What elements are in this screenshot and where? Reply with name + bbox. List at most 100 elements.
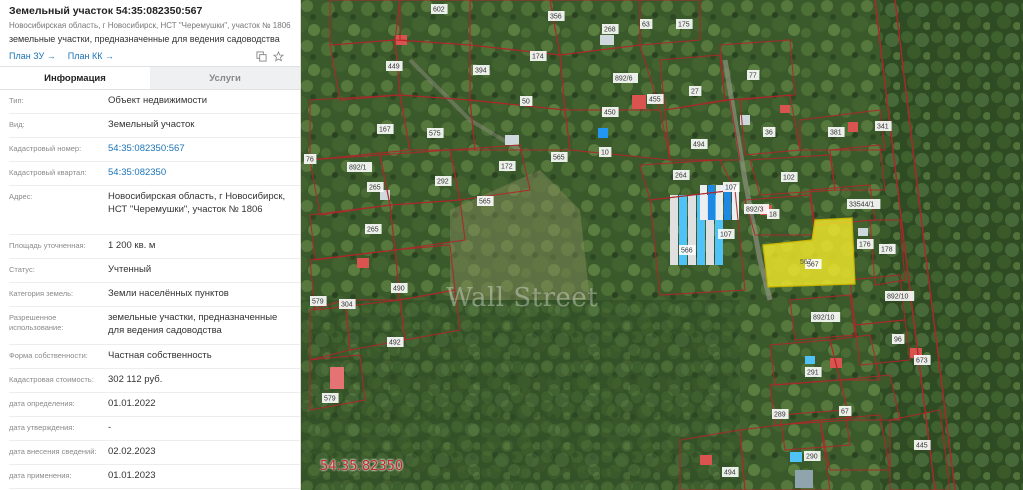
- info-value: Учтенный: [108, 264, 152, 275]
- info-rows: Тип: Объект недвижимости Вид: Земельный уча…: [0, 90, 300, 489]
- parcel-number[interactable]: 265: [365, 224, 382, 234]
- parcel-number[interactable]: 10: [599, 147, 612, 157]
- info-value: 01.01.2023: [108, 470, 156, 481]
- parcel-number-text: 76: [306, 157, 314, 164]
- parcel-number[interactable]: 490: [391, 283, 408, 293]
- plan-kk-link[interactable]: План КК →: [68, 51, 114, 61]
- parcel-number[interactable]: 107: [718, 229, 735, 239]
- parcel-number[interactable]: 77: [747, 70, 760, 80]
- info-label: Форма собственности:: [9, 351, 88, 360]
- parcel-number[interactable]: 455: [647, 94, 664, 104]
- info-value[interactable]: 54:35:082350:567: [108, 143, 294, 156]
- info-row-cadastral-number: Кадастровый номер: 54:35:082350:567: [0, 138, 300, 162]
- parcel-number[interactable]: 892/10: [811, 312, 841, 322]
- parcel-number[interactable]: 341: [875, 121, 892, 131]
- info-row-entry-date: дата внесения сведений: 02.02.2023: [0, 441, 300, 465]
- info-label: Вид:: [9, 120, 25, 129]
- parcel-number-text: 50: [522, 99, 530, 106]
- info-row-cadastral-value: Кадастровая стоимость: 302 112 руб.: [0, 369, 300, 393]
- parcel-number[interactable]: 579: [310, 296, 327, 306]
- parcel-number[interactable]: 492: [387, 337, 404, 347]
- parcel-number-text: 892/3: [746, 207, 764, 214]
- plan-zu-link[interactable]: План ЗУ →: [9, 51, 56, 61]
- parcel-number-text: 27: [691, 89, 699, 96]
- parcel-number[interactable]: 167: [377, 124, 394, 134]
- parcel-number[interactable]: 445: [914, 440, 931, 450]
- parcel-number[interactable]: 174: [530, 51, 547, 61]
- panel-purpose: земельные участки, предназначенные для в…: [9, 34, 280, 44]
- parcel-number[interactable]: 494: [691, 139, 708, 149]
- parcel-number[interactable]: 268: [602, 24, 619, 34]
- info-label: дата внесения сведений:: [9, 447, 97, 456]
- info-label: дата определения:: [9, 399, 75, 408]
- parcel-number[interactable]: 291: [805, 367, 822, 377]
- parcel-number[interactable]: 27: [689, 86, 702, 96]
- building: [780, 105, 790, 113]
- parcel-number-text: 175: [678, 22, 690, 29]
- parcel-number[interactable]: 265: [367, 182, 384, 192]
- parcel-number[interactable]: 575: [427, 128, 444, 138]
- parcel-number[interactable]: 107: [723, 182, 740, 192]
- parcel-number[interactable]: 673: [914, 355, 931, 365]
- tab-info[interactable]: Информация: [0, 67, 150, 89]
- info-row-kind: Вид: Земельный участок: [0, 114, 300, 138]
- parcel-number[interactable]: 449: [386, 61, 403, 71]
- copy-icon[interactable]: [256, 50, 267, 62]
- info-value: Земельный участок: [108, 119, 195, 130]
- parcel-number[interactable]: 172: [499, 161, 516, 171]
- parcel-number[interactable]: 566: [679, 245, 696, 255]
- info-row-determination-date: дата определения: 01.01.2022: [0, 393, 300, 417]
- parcel-number-text: 565: [553, 155, 565, 162]
- parcel-number[interactable]: 579: [322, 393, 339, 403]
- parcel-number[interactable]: 289: [772, 409, 789, 419]
- parcel-number[interactable]: 892/3: [744, 204, 769, 214]
- parcel-number[interactable]: 176: [857, 239, 874, 249]
- parcel-number[interactable]: 290: [804, 451, 821, 461]
- parcel-number[interactable]: 76: [304, 154, 317, 164]
- parcel-number[interactable]: 892/10: [885, 291, 915, 301]
- parcel-number[interactable]: 892/1: [347, 162, 372, 172]
- parcel-number[interactable]: 292: [435, 176, 452, 186]
- parcel-number-text: 289: [774, 412, 786, 419]
- parcel-number-text: 10: [601, 150, 609, 157]
- info-row-cadastral-quarter: Кадастровый квартал: 54:35:082350: [0, 162, 300, 186]
- info-panel: Земельный участок 54:35:082350:567 Новос…: [0, 0, 301, 490]
- parcel-number[interactable]: 565: [551, 152, 568, 162]
- parcel-number[interactable]: 63: [640, 19, 653, 29]
- parcel-number-text: 107: [720, 232, 732, 239]
- parcel-number[interactable]: 304: [339, 299, 356, 309]
- parcel-number[interactable]: 36: [763, 127, 776, 137]
- parcel-number[interactable]: 264: [673, 170, 690, 180]
- parcel-number[interactable]: 450: [602, 107, 619, 117]
- parcel-number[interactable]: 67: [839, 406, 852, 416]
- parcel-number[interactable]: 50: [520, 96, 533, 106]
- parcel-number-text: 575: [429, 131, 441, 138]
- tab-services[interactable]: Услуги: [150, 67, 300, 89]
- parcel-number[interactable]: 33544/1: [847, 199, 881, 209]
- building: [795, 470, 813, 488]
- parcel-number[interactable]: 494: [722, 467, 739, 477]
- selected-parcel-number: 567: [800, 259, 812, 266]
- building: [600, 35, 614, 45]
- parcel-number[interactable]: 892/6: [613, 73, 638, 83]
- parcel-number-text: 264: [675, 173, 687, 180]
- parcel-number-text: 77: [749, 73, 757, 80]
- parcel-number[interactable]: 178: [879, 244, 896, 254]
- info-label: Статус:: [9, 265, 35, 274]
- parcel-number[interactable]: 96: [892, 334, 905, 344]
- star-icon[interactable]: [273, 50, 284, 62]
- parcel-number[interactable]: 381: [828, 127, 845, 137]
- parcel-number[interactable]: 175: [676, 19, 693, 29]
- parcel-number[interactable]: 565: [477, 196, 494, 206]
- parcel-number[interactable]: 602: [431, 4, 448, 14]
- building: [357, 258, 369, 268]
- parcel-number[interactable]: 18: [767, 209, 780, 219]
- info-value: земельные участки, предназначенные для в…: [108, 312, 278, 336]
- parcel-number[interactable]: 394: [473, 65, 490, 75]
- info-row-status: Статус: Учтенный: [0, 259, 300, 283]
- parcel-number-text: 176: [859, 242, 871, 249]
- info-value[interactable]: 54:35:082350: [108, 167, 294, 180]
- garage-block: [700, 185, 707, 220]
- parcel-number[interactable]: 102: [781, 172, 798, 182]
- parcel-number[interactable]: 356: [548, 11, 565, 21]
